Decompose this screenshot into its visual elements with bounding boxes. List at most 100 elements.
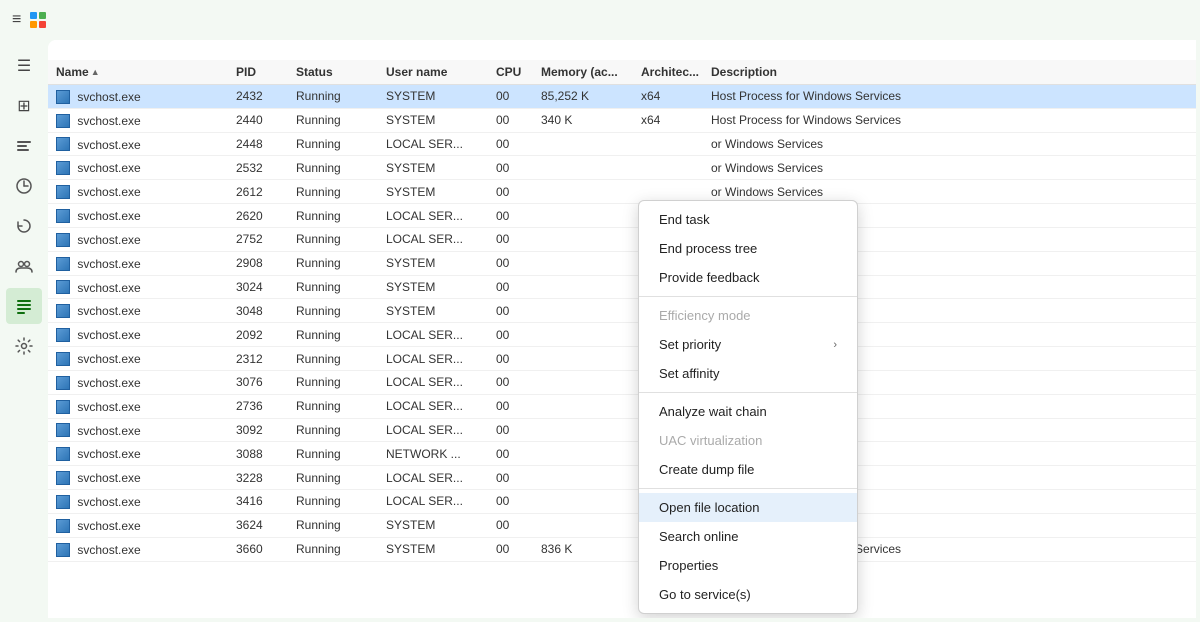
table-row[interactable]: svchost.exe 3048 Running SYSTEM 00 or Wi… bbox=[48, 299, 1196, 323]
sidebar-item-performance[interactable] bbox=[6, 168, 42, 204]
sidebar-item-services[interactable] bbox=[6, 328, 42, 364]
table-row[interactable]: svchost.exe 2612 Running SYSTEM 00 or Wi… bbox=[48, 180, 1196, 204]
cell-memory bbox=[533, 251, 633, 275]
table-row[interactable]: svchost.exe 3624 Running SYSTEM 00 or Wi… bbox=[48, 513, 1196, 537]
sidebar-item-details[interactable] bbox=[6, 288, 42, 324]
cell-name: svchost.exe bbox=[48, 394, 228, 418]
process-icon bbox=[56, 280, 70, 294]
process-icon bbox=[56, 209, 70, 223]
sidebar-item-processes[interactable] bbox=[6, 128, 42, 164]
table-row[interactable]: svchost.exe 3092 Running LOCAL SER... 00… bbox=[48, 418, 1196, 442]
cell-user: LOCAL SER... bbox=[378, 227, 488, 251]
cell-status: Running bbox=[288, 85, 378, 109]
col-header-arch[interactable]: Architec... bbox=[633, 60, 703, 85]
col-header-status[interactable]: Status bbox=[288, 60, 378, 85]
cell-status: Running bbox=[288, 370, 378, 394]
cell-memory: 85,252 K bbox=[533, 85, 633, 109]
cell-pid: 3624 bbox=[228, 513, 288, 537]
cell-user: LOCAL SER... bbox=[378, 204, 488, 228]
cell-status: Running bbox=[288, 180, 378, 204]
context-menu-item-set-priority[interactable]: Set priority› bbox=[639, 330, 857, 359]
process-icon bbox=[56, 161, 70, 175]
cell-name: svchost.exe bbox=[48, 108, 228, 132]
cell-memory bbox=[533, 370, 633, 394]
cell-name: svchost.exe bbox=[48, 132, 228, 156]
cell-status: Running bbox=[288, 323, 378, 347]
sidebar-item-startup[interactable] bbox=[6, 248, 42, 284]
cell-name: svchost.exe bbox=[48, 180, 228, 204]
cell-user: LOCAL SER... bbox=[378, 132, 488, 156]
process-icon bbox=[56, 328, 70, 342]
cell-user: SYSTEM bbox=[378, 251, 488, 275]
hamburger-menu-icon[interactable]: ≡ bbox=[12, 11, 21, 29]
cell-status: Running bbox=[288, 466, 378, 490]
cell-cpu: 00 bbox=[488, 108, 533, 132]
col-header-user[interactable]: User name bbox=[378, 60, 488, 85]
table-row[interactable]: svchost.exe 2620 Running LOCAL SER... 00… bbox=[48, 204, 1196, 228]
cell-memory bbox=[533, 323, 633, 347]
cell-pid: 3660 bbox=[228, 537, 288, 561]
process-icon bbox=[56, 137, 70, 151]
col-header-desc[interactable]: Description bbox=[703, 60, 1196, 85]
sidebar-item-apphistory[interactable] bbox=[6, 208, 42, 244]
cell-pid: 2092 bbox=[228, 323, 288, 347]
table-row[interactable]: svchost.exe 3228 Running LOCAL SER... 00… bbox=[48, 466, 1196, 490]
context-menu-item-end-process-tree[interactable]: End process tree bbox=[639, 234, 857, 263]
table-row[interactable]: svchost.exe 2312 Running LOCAL SER... 00… bbox=[48, 347, 1196, 371]
menu-icon: ☰ bbox=[17, 56, 31, 76]
col-header-memory[interactable]: Memory (ac... bbox=[533, 60, 633, 85]
context-menu-item-set-affinity[interactable]: Set affinity bbox=[639, 359, 857, 388]
table-header: Name ▲ PID Status User name CPU Memory (… bbox=[48, 60, 1196, 85]
cell-name: svchost.exe bbox=[48, 537, 228, 561]
cell-cpu: 00 bbox=[488, 204, 533, 228]
cell-memory bbox=[533, 418, 633, 442]
cell-memory bbox=[533, 204, 633, 228]
context-menu-item-end-task[interactable]: End task bbox=[639, 205, 857, 234]
cell-memory bbox=[533, 132, 633, 156]
context-menu-item-label: Go to service(s) bbox=[659, 587, 751, 602]
cell-cpu: 00 bbox=[488, 180, 533, 204]
table-row[interactable]: svchost.exe 2532 Running SYSTEM 00 or Wi… bbox=[48, 156, 1196, 180]
table-row[interactable]: svchost.exe 2736 Running LOCAL SER... 00… bbox=[48, 394, 1196, 418]
table-row[interactable]: svchost.exe 3024 Running SYSTEM 00 or Wi… bbox=[48, 275, 1196, 299]
context-menu-item-open-file-location[interactable]: Open file location bbox=[639, 493, 857, 522]
cell-memory bbox=[533, 156, 633, 180]
cell-status: Running bbox=[288, 299, 378, 323]
context-menu-item-search-online[interactable]: Search online bbox=[639, 522, 857, 551]
table-row[interactable]: svchost.exe 2440 Running SYSTEM 00 340 K… bbox=[48, 108, 1196, 132]
sidebar: ☰ ⊞ bbox=[0, 40, 48, 622]
table-body: svchost.exe 2432 Running SYSTEM 00 85,25… bbox=[48, 85, 1196, 562]
process-name: svchost.exe bbox=[77, 352, 140, 366]
context-menu-item-properties[interactable]: Properties bbox=[639, 551, 857, 580]
table-row[interactable]: svchost.exe 2908 Running SYSTEM 00 or Wi… bbox=[48, 251, 1196, 275]
sidebar-item-menu[interactable]: ☰ bbox=[6, 48, 42, 84]
table-row[interactable]: svchost.exe 2092 Running LOCAL SER... 00… bbox=[48, 323, 1196, 347]
cell-cpu: 00 bbox=[488, 251, 533, 275]
cell-name: svchost.exe bbox=[48, 227, 228, 251]
cell-user: NETWORK ... bbox=[378, 442, 488, 466]
details-icon bbox=[15, 297, 33, 315]
table-row[interactable]: svchost.exe 2448 Running LOCAL SER... 00… bbox=[48, 132, 1196, 156]
cell-user: SYSTEM bbox=[378, 275, 488, 299]
cell-cpu: 00 bbox=[488, 85, 533, 109]
table-row[interactable]: svchost.exe 3088 Running NETWORK ... 00 … bbox=[48, 442, 1196, 466]
context-menu-item-provide-feedback[interactable]: Provide feedback bbox=[639, 263, 857, 292]
context-menu-item-label: Analyze wait chain bbox=[659, 404, 767, 419]
cell-status: Running bbox=[288, 156, 378, 180]
col-header-name[interactable]: Name ▲ bbox=[48, 60, 228, 85]
context-menu-item-create-dump-file[interactable]: Create dump file bbox=[639, 455, 857, 484]
table-row[interactable]: svchost.exe 2432 Running SYSTEM 00 85,25… bbox=[48, 85, 1196, 109]
cell-pid: 3088 bbox=[228, 442, 288, 466]
table-row[interactable]: svchost.exe 3660 Running SYSTEM 00 836 K… bbox=[48, 537, 1196, 561]
cell-cpu: 00 bbox=[488, 537, 533, 561]
col-header-pid[interactable]: PID bbox=[228, 60, 288, 85]
context-menu-item-go-to-services[interactable]: Go to service(s) bbox=[639, 580, 857, 609]
context-menu-item-label: Provide feedback bbox=[659, 270, 759, 285]
table-row[interactable]: svchost.exe 3076 Running LOCAL SER... 00… bbox=[48, 370, 1196, 394]
table-row[interactable]: svchost.exe 3416 Running LOCAL SER... 00… bbox=[48, 490, 1196, 514]
sidebar-item-dashboard[interactable]: ⊞ bbox=[6, 88, 42, 124]
table-row[interactable]: svchost.exe 2752 Running LOCAL SER... 00… bbox=[48, 227, 1196, 251]
process-name: svchost.exe bbox=[77, 161, 140, 175]
col-header-cpu[interactable]: CPU bbox=[488, 60, 533, 85]
context-menu-item-analyze-wait-chain[interactable]: Analyze wait chain bbox=[639, 397, 857, 426]
